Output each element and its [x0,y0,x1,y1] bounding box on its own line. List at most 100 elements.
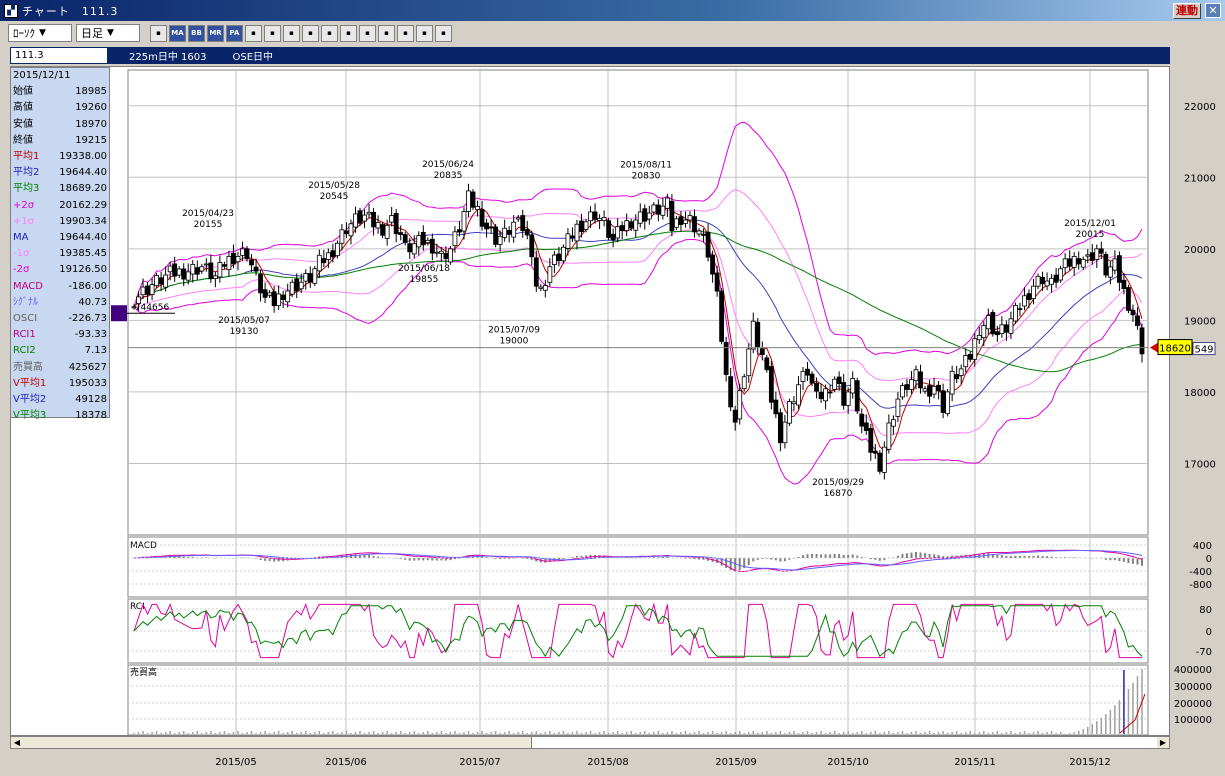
candle-body [967,353,973,360]
candle-body [669,200,675,231]
candle-body [854,380,860,412]
candle-body [850,378,856,394]
candle-body [583,221,589,230]
candle-body [294,278,300,292]
data-panel-label: RCI1 [13,329,36,341]
candle-body [1098,248,1104,254]
candle-body [601,217,607,221]
scroll-right-icon[interactable]: ▶ [1157,737,1169,748]
candle-body [208,262,214,280]
candle-body [936,384,941,392]
data-panel-value: 19903.34 [59,215,107,227]
candle-body [579,220,584,233]
candle-body [909,379,914,390]
candle-body [1008,318,1014,334]
candle-body [185,271,191,281]
candle-body [805,368,810,376]
candle-body [348,223,354,237]
candle-body [335,242,340,257]
x-tick-label: 2015/12 [1069,757,1111,768]
left-marker-label: 744656 [135,303,170,313]
candle-body [470,191,476,208]
data-panel-label: V平均2 [13,394,47,406]
current-price-right-label: 549 [1194,345,1213,356]
data-panel-value: 19644.40 [59,167,107,179]
candle-body [1003,324,1009,333]
annotation-value: 19000 [500,336,529,346]
candle-body [267,292,273,296]
left-marker-block [111,305,127,322]
data-panel-value: 18970 [75,118,107,130]
scroll-thumb[interactable] [531,737,1157,748]
data-panel-label: +2σ [13,199,35,211]
candle-body [258,273,263,294]
candle-body [750,320,756,350]
annotation-date: 2015/06/24 [422,160,474,170]
candle-body [190,263,196,275]
candle-body [823,388,828,402]
data-panel-value: 19260 [75,102,107,114]
candle-body [253,266,259,272]
candle-body [696,230,702,235]
candle-body [1062,258,1068,269]
candle-body [321,258,327,264]
candle-body [610,233,616,241]
rci-y-tick: 80 [1199,605,1212,616]
candle-body [212,275,218,280]
candle-body [402,234,408,243]
data-panel-row: 安値 18970 [11,117,109,133]
annotation-value: 20545 [320,192,349,202]
candle-body [235,255,241,263]
data-panel-value: -226.73 [68,313,107,325]
candle-body [678,216,684,225]
candle-body [1121,279,1127,290]
candle-body [325,252,331,260]
candle-body [1040,276,1045,285]
candle-body [881,446,887,473]
candle-body [425,239,431,244]
annotation-date: 2015/04/23 [182,209,234,219]
data-panel-row: -1σ 19385.45 [11,246,109,262]
candle-body [841,382,847,406]
annotation-date: 2015/05/28 [308,181,360,191]
annotation-date: 2015/07/09 [488,325,540,335]
y-tick-label: 21000 [1184,173,1216,184]
candle-body [913,369,919,382]
candle-body [244,248,250,260]
data-panel-label: 平均1 [13,151,40,163]
data-panel-label: 始値 [13,86,33,98]
candle-body [307,273,313,283]
data-panel-value: 18985 [75,86,107,98]
candle-body [285,290,291,303]
candle-body [796,384,801,406]
candle-body [755,321,761,347]
candle-body [276,293,282,307]
data-panel-label: 安値 [13,118,33,130]
candle-body [542,285,548,291]
data-panel-label: RCI2 [13,345,36,357]
data-panel-label: 平均2 [13,167,40,179]
candle-body [1035,275,1041,287]
candle-body [357,210,363,224]
candle-body [529,234,535,258]
data-panel-row: V平均3 18378 [11,408,109,424]
data-panel-value: 40.73 [78,296,107,308]
candle-body [479,209,485,227]
data-panel-value: 19215 [75,134,107,146]
candle-body [800,370,806,382]
candle-body [303,273,309,282]
horizontal-scrollbar[interactable]: ◀ ▶ [10,736,1170,749]
candle-body [497,235,503,245]
candle-body [958,368,964,376]
x-tick-label: 2015/11 [954,757,996,768]
candle-body [940,390,946,413]
y-tick-label: 19000 [1184,316,1216,327]
candle-body [1071,256,1077,268]
candle-body [859,413,865,427]
candle-body [172,263,178,277]
scroll-left-icon[interactable]: ◀ [11,737,23,748]
bb-lower-2sigma [133,239,1143,485]
macd-y-tick: 0 [1206,554,1212,565]
candle-body [366,211,372,215]
candle-body [814,382,819,392]
